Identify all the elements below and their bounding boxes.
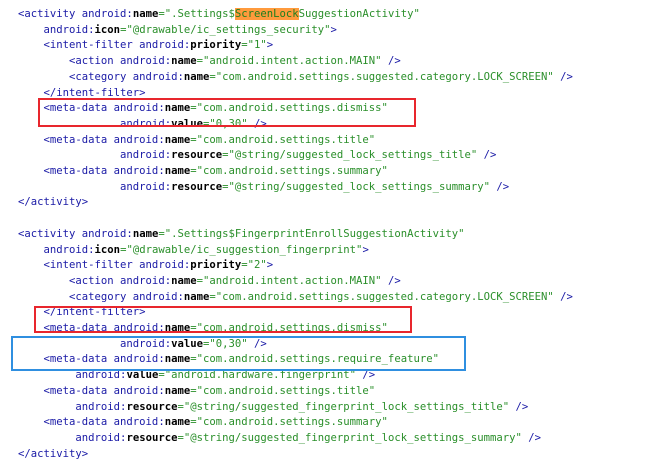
code-token: ="android.intent.action.MAIN"	[196, 55, 382, 68]
code-token: <action android:	[18, 55, 172, 68]
code-line: <meta-data android:name="com.android.set…	[18, 132, 376, 148]
code-token: priority	[190, 259, 242, 272]
code-line: <category android:name="com.android.sett…	[18, 289, 573, 305]
code-token: >	[362, 243, 369, 256]
code-token: ="@drawable/ic_suggestion_fingerprint"	[120, 243, 363, 256]
code-line: <category android:name="com.android.sett…	[18, 69, 573, 85]
code-token: name	[132, 227, 159, 240]
code-line: <action android:name="android.intent.act…	[18, 273, 401, 289]
code-line: </activity>	[18, 194, 88, 210]
code-token: android:	[18, 431, 127, 444]
code-token: <category android:	[18, 70, 184, 83]
code-token: ="com.android.settings.suggested.categor…	[209, 70, 554, 83]
code-token: </activity>	[18, 196, 89, 209]
code-token: resource	[126, 431, 178, 444]
code-token: />	[509, 400, 529, 413]
code-token: </intent-filter>	[18, 86, 146, 99]
code-line: android:icon="@drawable/ic_settings_secu…	[18, 22, 337, 38]
code-line: android:resource="@string/suggested_lock…	[18, 147, 496, 163]
code-token: ="2"	[241, 259, 267, 272]
dismiss-highlight-box-1	[38, 98, 416, 127]
code-token: ="@string/suggested_fingerprint_lock_set…	[177, 400, 510, 413]
code-token: </activity>	[18, 447, 89, 460]
code-token: name	[183, 290, 210, 303]
code-token: name	[171, 274, 197, 287]
code-token: name	[164, 165, 191, 177]
code-token: SuggestionActivity"	[298, 8, 420, 20]
code-token: ="@drawable/ic_settings_security"	[120, 23, 331, 36]
code-token: />	[381, 55, 401, 68]
code-token: <meta-data android:	[18, 165, 165, 177]
require-feature-highlight-box	[11, 336, 466, 371]
code-line: <activity android:name=".Settings$Screen…	[18, 6, 420, 22]
code-token: name	[183, 70, 210, 83]
code-token: =".Settings$FingerprintEnrollSuggestionA…	[158, 227, 465, 240]
code-token: resource	[171, 180, 223, 193]
code-line: android:resource="@string/suggested_lock…	[18, 179, 509, 195]
code-line: </activity>	[18, 446, 88, 462]
code-token: resource	[171, 149, 223, 162]
code-token: name	[171, 55, 197, 68]
code-token: >	[266, 259, 274, 272]
code-token: name	[164, 384, 191, 397]
code-line: <action android:name="android.intent.act…	[18, 53, 401, 69]
code-line: <intent-filter android:priority="2">	[18, 257, 274, 273]
code-token: />	[553, 70, 573, 83]
code-token: >	[330, 23, 337, 36]
code-token: <action android:	[18, 274, 172, 287]
code-token: />	[489, 180, 510, 193]
code-token: name	[164, 133, 191, 146]
code-token: icon	[94, 23, 121, 36]
code-token: />	[381, 274, 401, 287]
code-token: name	[132, 8, 159, 20]
code-token: android:	[18, 149, 172, 162]
code-line: <activity android:name=".Settings$Finger…	[18, 226, 464, 242]
code-token: <activity android:	[18, 227, 133, 240]
code-token: android:	[18, 243, 95, 256]
code-token: <activity android:	[18, 8, 133, 20]
search-highlight: ScreenLock	[234, 8, 299, 20]
code-token: <intent-filter android:	[18, 39, 191, 52]
code-line: <meta-data android:name="com.android.set…	[18, 163, 388, 179]
dismiss-highlight-box-2	[34, 306, 412, 333]
code-token: <category android:	[18, 290, 184, 303]
code-token: name	[164, 416, 191, 429]
code-view: <activity android:name=".Settings$Screen…	[0, 0, 654, 460]
code-token: <intent-filter android:	[18, 259, 191, 272]
code-token: ="com.android.settings.title"	[190, 133, 376, 146]
code-token: <meta-data android:	[18, 416, 165, 429]
code-line: android:resource="@string/suggested_fing…	[18, 399, 528, 415]
code-line: <meta-data android:name="com.android.set…	[18, 414, 388, 430]
code-token: <meta-data android:	[18, 384, 165, 397]
code-token: =".Settings$	[158, 8, 235, 20]
code-token: ="1"	[241, 39, 267, 52]
code-token: android:	[18, 180, 172, 193]
code-token: icon	[94, 243, 121, 256]
code-token: >	[266, 39, 274, 52]
code-token: ="android.intent.action.MAIN"	[196, 274, 382, 287]
code-token: ="com.android.settings.suggested.categor…	[209, 290, 554, 303]
code-line: android:icon="@drawable/ic_suggestion_fi…	[18, 242, 369, 258]
code-line: <intent-filter android:priority="1">	[18, 37, 274, 53]
code-token: priority	[190, 39, 242, 52]
code-token: />	[521, 431, 542, 444]
code-line: android:resource="@string/suggested_fing…	[18, 430, 541, 446]
code-token: ="@string/suggested_lock_settings_summar…	[222, 180, 490, 193]
code-token: ="com.android.settings.summary"	[190, 416, 388, 429]
code-token: ="com.android.settings.title"	[190, 384, 376, 397]
code-token: />	[553, 290, 573, 303]
code-token: <meta-data android:	[18, 133, 165, 146]
code-token: />	[477, 149, 497, 162]
code-token: ="@string/suggested_fingerprint_lock_set…	[177, 431, 522, 444]
code-token: android:	[18, 400, 127, 413]
code-token: resource	[126, 400, 178, 413]
code-line: <meta-data android:name="com.android.set…	[18, 383, 376, 399]
code-token: ="com.android.settings.summary"	[190, 165, 388, 177]
code-token: android:	[18, 23, 95, 36]
code-token: ="@string/suggested_lock_settings_title"	[222, 149, 478, 162]
